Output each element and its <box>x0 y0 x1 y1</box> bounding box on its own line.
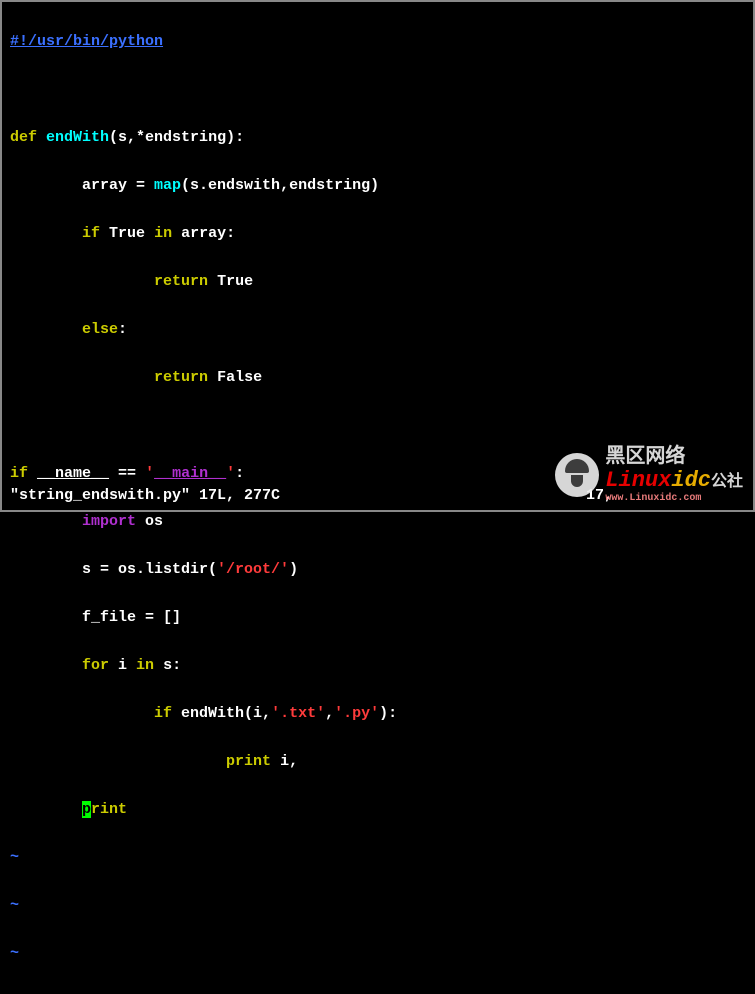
code-line: for i in s: <box>10 654 745 678</box>
code-line <box>10 414 745 438</box>
vim-statusbar: "string_endswith.py" 17L, 277C <box>10 487 745 504</box>
code-line: #!/usr/bin/python <box>10 30 745 54</box>
empty-line-tilde: ~ <box>10 894 745 918</box>
empty-line-tilde: ~ <box>10 942 745 966</box>
import-keyword: import <box>82 513 136 530</box>
code-line: else: <box>10 318 745 342</box>
code-line <box>10 78 745 102</box>
function-name: endWith <box>46 129 109 146</box>
code-line: import os <box>10 510 745 534</box>
code-line: return True <box>10 270 745 294</box>
file-info: "string_endswith.py" 17L, 277C <box>10 487 280 504</box>
code-line: f_file = [] <box>10 606 745 630</box>
code-line: def endWith(s,*endstring): <box>10 126 745 150</box>
shebang-comment: #!/usr/bin/python <box>10 33 163 50</box>
code-line: print i, <box>10 750 745 774</box>
code-line: if True in array: <box>10 222 745 246</box>
map-builtin: map <box>154 177 181 194</box>
empty-line-tilde: ~ <box>10 846 745 870</box>
params: (s,*endstring): <box>109 129 244 146</box>
name-dunder: __name__ <box>37 465 109 482</box>
code-line: if __name__ == '__main__': <box>10 462 745 486</box>
code-line: return False <box>10 366 745 390</box>
def-keyword: def <box>10 129 37 146</box>
code-line: s = os.listdir('/root/') <box>10 558 745 582</box>
code-line: if endWith(i,'.txt','.py'): <box>10 702 745 726</box>
code-line: print <box>10 798 745 822</box>
cursor-position: 17, <box>586 487 613 504</box>
code-line: array = map(s.endswith,endstring) <box>10 174 745 198</box>
cursor: p <box>82 801 91 818</box>
